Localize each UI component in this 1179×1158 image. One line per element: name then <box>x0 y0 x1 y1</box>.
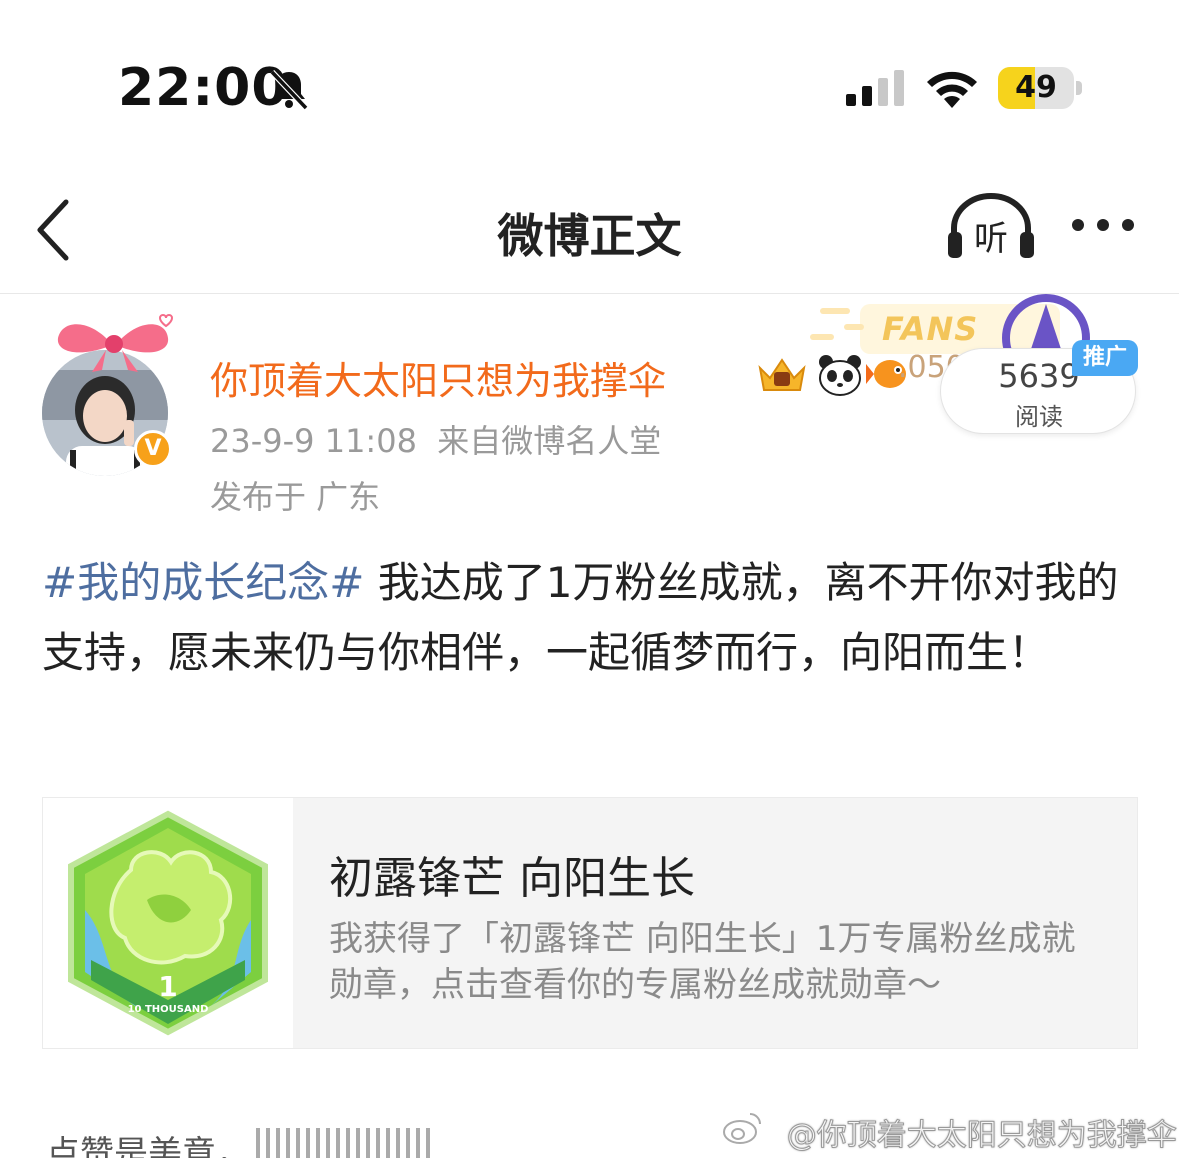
post-meta: 23-9-9 11:08 来自微博名人堂 <box>210 416 661 462</box>
battery-icon: 49 <box>998 67 1082 109</box>
nav-bar: 微博正文 听 <box>0 170 1179 294</box>
post-text: #我的成长纪念# 我达成了1万粉丝成就，离不开你对我的支持，愿未来仍与你相伴，一… <box>42 548 1142 688</box>
fans-banner-label: FANS <box>882 310 979 348</box>
watermark: @你顶着大太阳只想为我撑伞 <box>720 1110 1177 1154</box>
post-location: 发布于 广东 <box>210 478 381 516</box>
liker-names-blurred <box>256 1128 436 1158</box>
bell-slash-icon <box>269 69 309 111</box>
medal-number: 1 <box>158 970 177 1003</box>
battery-body: 49 <box>998 67 1074 109</box>
verified-badge: V <box>134 430 172 468</box>
more-dots-icon[interactable] <box>1066 210 1140 240</box>
listen-label: 听 <box>974 219 1008 259</box>
post-source[interactable]: 来自微博名人堂 <box>437 422 661 460</box>
status-time: 22:00 <box>118 58 289 118</box>
post-timestamp: 23-9-9 11:08 <box>210 422 417 460</box>
author-avatar-group[interactable]: V <box>38 312 178 476</box>
cellular-signal-icon <box>846 70 904 106</box>
watermark-text: @你顶着大太阳只想为我撑伞 <box>786 1118 1177 1154</box>
panda-badge-icon[interactable] <box>816 352 864 396</box>
headphones-icon: 听 <box>948 193 1034 259</box>
battery-level: 49 <box>1015 70 1057 105</box>
read-label: 阅读 <box>1015 403 1063 431</box>
like-hint: 点赞是美意， <box>46 1134 250 1158</box>
author-name[interactable]: 你顶着大太阳只想为我撑伞 <box>210 350 666 405</box>
promo-tag[interactable]: 推广 <box>1072 340 1138 376</box>
wifi-icon <box>927 71 977 108</box>
achievement-card[interactable]: 1 10 THOUSAND 初露锋芒 向阳生长 我获得了「初露锋芒 向阳生长」1… <box>42 797 1138 1049</box>
card-thumbnail: 1 10 THOUSAND <box>43 798 293 1048</box>
hashtag-link[interactable]: #我的成长纪念# <box>42 558 364 607</box>
status-bar: 22:00 49 <box>0 0 1179 170</box>
battery-tip <box>1076 81 1082 95</box>
crown-badge-icon[interactable] <box>756 354 808 396</box>
card-description: 我获得了「初露锋芒 向阳生长」1万专属粉丝成就勋章，点击查看你的专属粉丝成就勋章… <box>329 919 1076 1005</box>
medal-caption: 10 THOUSAND <box>128 1004 209 1015</box>
bow-decoration-icon <box>57 314 174 372</box>
medal-icon: 1 10 THOUSAND <box>68 810 268 1036</box>
card-title: 初露锋芒 向阳生长 <box>329 853 695 904</box>
listen-button[interactable]: 听 <box>946 192 1036 262</box>
